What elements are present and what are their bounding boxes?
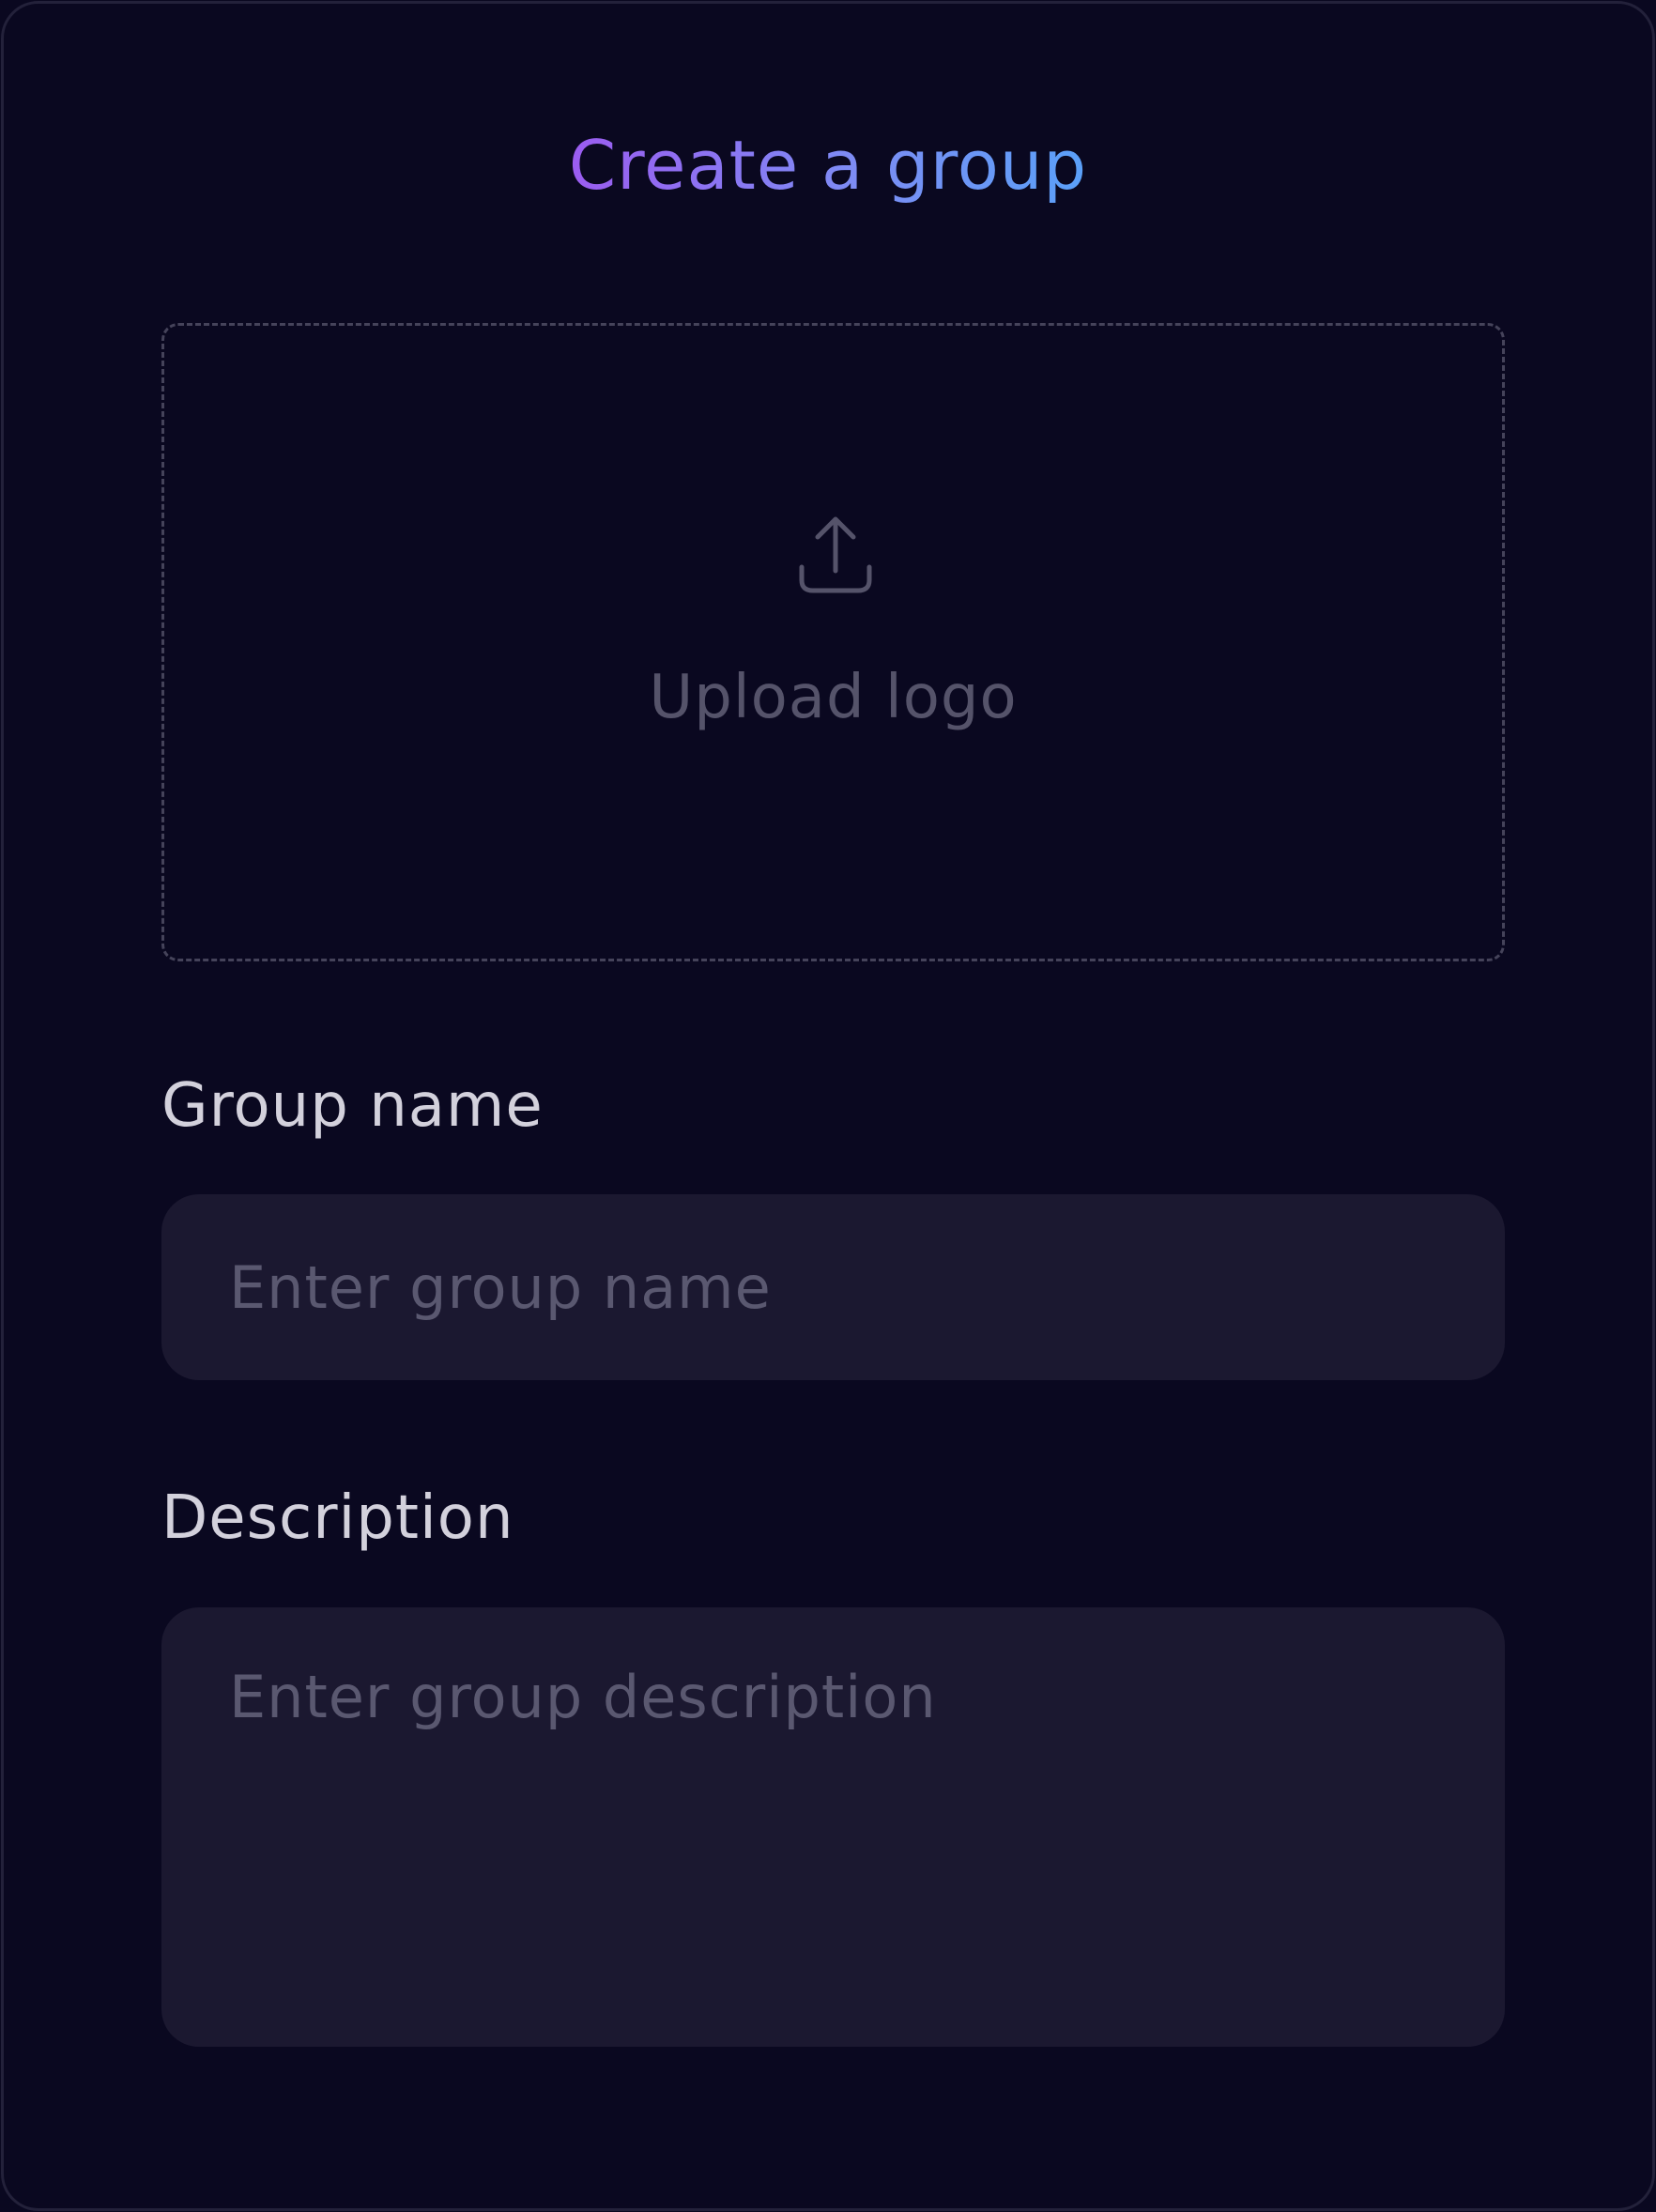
upload-icon [799,516,872,593]
description-textarea[interactable] [161,1607,1505,2047]
group-name-label: Group name [161,1071,544,1141]
description-label: Description [161,1483,514,1553]
upload-logo-dropzone[interactable]: Upload logo [161,323,1505,961]
upload-logo-label: Upload logo [649,663,1018,732]
dialog-title-text: Create a group [568,126,1088,205]
dialog-title: Create a group [4,120,1652,210]
create-group-dialog: Create a group Upload logo Group name De… [1,1,1655,2211]
group-name-input[interactable] [161,1194,1505,1380]
